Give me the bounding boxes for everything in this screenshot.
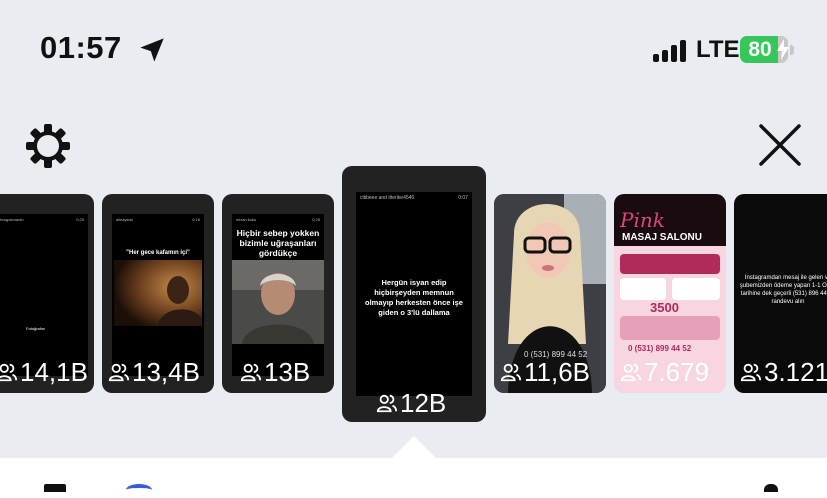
story-time: 0:25 bbox=[312, 217, 320, 222]
ad-subtitle: MASAJ SALONU bbox=[622, 232, 703, 243]
story-thumbnail: mizah.koku 0:25 Hiçbir sebep yokken bizi… bbox=[232, 214, 324, 376]
story-caption: Hiçbir sebep yokken bizimle uğraşanları … bbox=[236, 228, 320, 258]
viewers-icon bbox=[0, 363, 18, 382]
story-thumbnail: alinaysdo 0:16 "Her gece kafamın içi" bbox=[112, 214, 204, 376]
clock: 01:57 bbox=[40, 30, 122, 65]
viewer-count-label: 11,6B bbox=[524, 356, 591, 387]
story-caption: Instagramdan mesaj ile gelen ve şubemizd… bbox=[739, 275, 827, 305]
viewer-count: 13,4B bbox=[108, 357, 200, 387]
story-caption: "Her gece kafamın içi" bbox=[126, 250, 190, 256]
story-thumbnail: ebrugokmarsh 0:29 Fotoğrafını bbox=[0, 214, 88, 376]
story-username: citibeee and itterike4546 bbox=[360, 195, 415, 201]
network-type: LTE bbox=[696, 36, 740, 63]
story-image-dark-room-man bbox=[114, 260, 202, 326]
viewer-count-label: 3.121 bbox=[764, 356, 827, 387]
ad-title: Pink bbox=[620, 208, 665, 232]
viewer-count: 7.679 bbox=[620, 357, 709, 387]
story-card[interactable]: ebrugokmarsh 0:29 Fotoğrafını 14,1B bbox=[0, 194, 94, 393]
story-username: mizah.koku bbox=[236, 217, 257, 222]
bottom-sheet bbox=[0, 458, 827, 498]
viewer-count: 11,6B bbox=[500, 357, 590, 387]
status-bar: 01:57 LTE 80 bbox=[0, 0, 827, 100]
viewer-count-label: 12B bbox=[400, 387, 447, 418]
viewer-count-label: 14,1B bbox=[20, 356, 88, 387]
story-card[interactable]: Pink MASAJ SALONU 3500 0 (531) 899 44 52… bbox=[614, 194, 726, 393]
battery-nub bbox=[790, 45, 794, 55]
story-card[interactable]: alinaysdo 0:16 "Her gece kafamın içi" 13… bbox=[102, 194, 214, 393]
viewer-count: 12B bbox=[376, 388, 446, 418]
viewer-count-label: 13B bbox=[264, 356, 311, 387]
cellular-signal-icon bbox=[653, 40, 689, 62]
ad-phone: 0 (531) 899 44 52 bbox=[628, 344, 692, 353]
viewer-count: 13B bbox=[240, 357, 310, 387]
story-image-old-man bbox=[232, 260, 324, 344]
story-time: 0:29 bbox=[76, 217, 84, 222]
story-caption: Hergün isyan edip hiçbirşeyden memnun ol… bbox=[365, 278, 463, 317]
ad-price: 3500 bbox=[650, 300, 679, 315]
bottom-icon-center bbox=[126, 484, 152, 496]
viewers-icon bbox=[240, 363, 262, 382]
story-caption: Fotoğrafını bbox=[26, 326, 46, 331]
battery-percent: 80 bbox=[748, 38, 772, 61]
viewers-icon bbox=[620, 363, 642, 382]
viewer-count-label: 7.679 bbox=[644, 356, 710, 387]
gear-icon[interactable] bbox=[24, 122, 72, 170]
close-icon[interactable] bbox=[757, 122, 803, 168]
story-card[interactable]: Instagramdan mesaj ile gelen ve şubemizd… bbox=[734, 194, 827, 393]
viewer-count-label: 13,4B bbox=[132, 356, 200, 387]
story-time: 0:07 bbox=[458, 195, 468, 201]
selection-pointer bbox=[391, 436, 437, 459]
story-card[interactable]: 0 (531) 899 44 52 11,6B bbox=[494, 194, 606, 393]
story-username: alinaysdo bbox=[116, 217, 133, 222]
viewers-icon bbox=[376, 394, 398, 413]
story-card-selected[interactable]: citibeee and itterike4546 0:07 Hergün is… bbox=[342, 166, 486, 422]
story-thumbnail: citibeee and itterike4546 0:07 Hergün is… bbox=[356, 192, 472, 396]
story-card[interactable]: mizah.koku 0:25 Hiçbir sebep yokken bizi… bbox=[222, 194, 334, 393]
battery-indicator: 80 bbox=[740, 36, 788, 63]
viewers-icon bbox=[740, 363, 762, 382]
charging-bolt-icon bbox=[777, 39, 788, 60]
viewers-icon bbox=[500, 363, 522, 382]
viewers-icon bbox=[108, 363, 130, 382]
viewer-count: 14,1B bbox=[0, 357, 88, 387]
story-time: 0:16 bbox=[192, 217, 200, 222]
story-username: ebrugokmarsh bbox=[0, 217, 24, 222]
location-arrow-icon bbox=[140, 38, 164, 62]
viewer-count: 3.121 bbox=[740, 357, 827, 387]
